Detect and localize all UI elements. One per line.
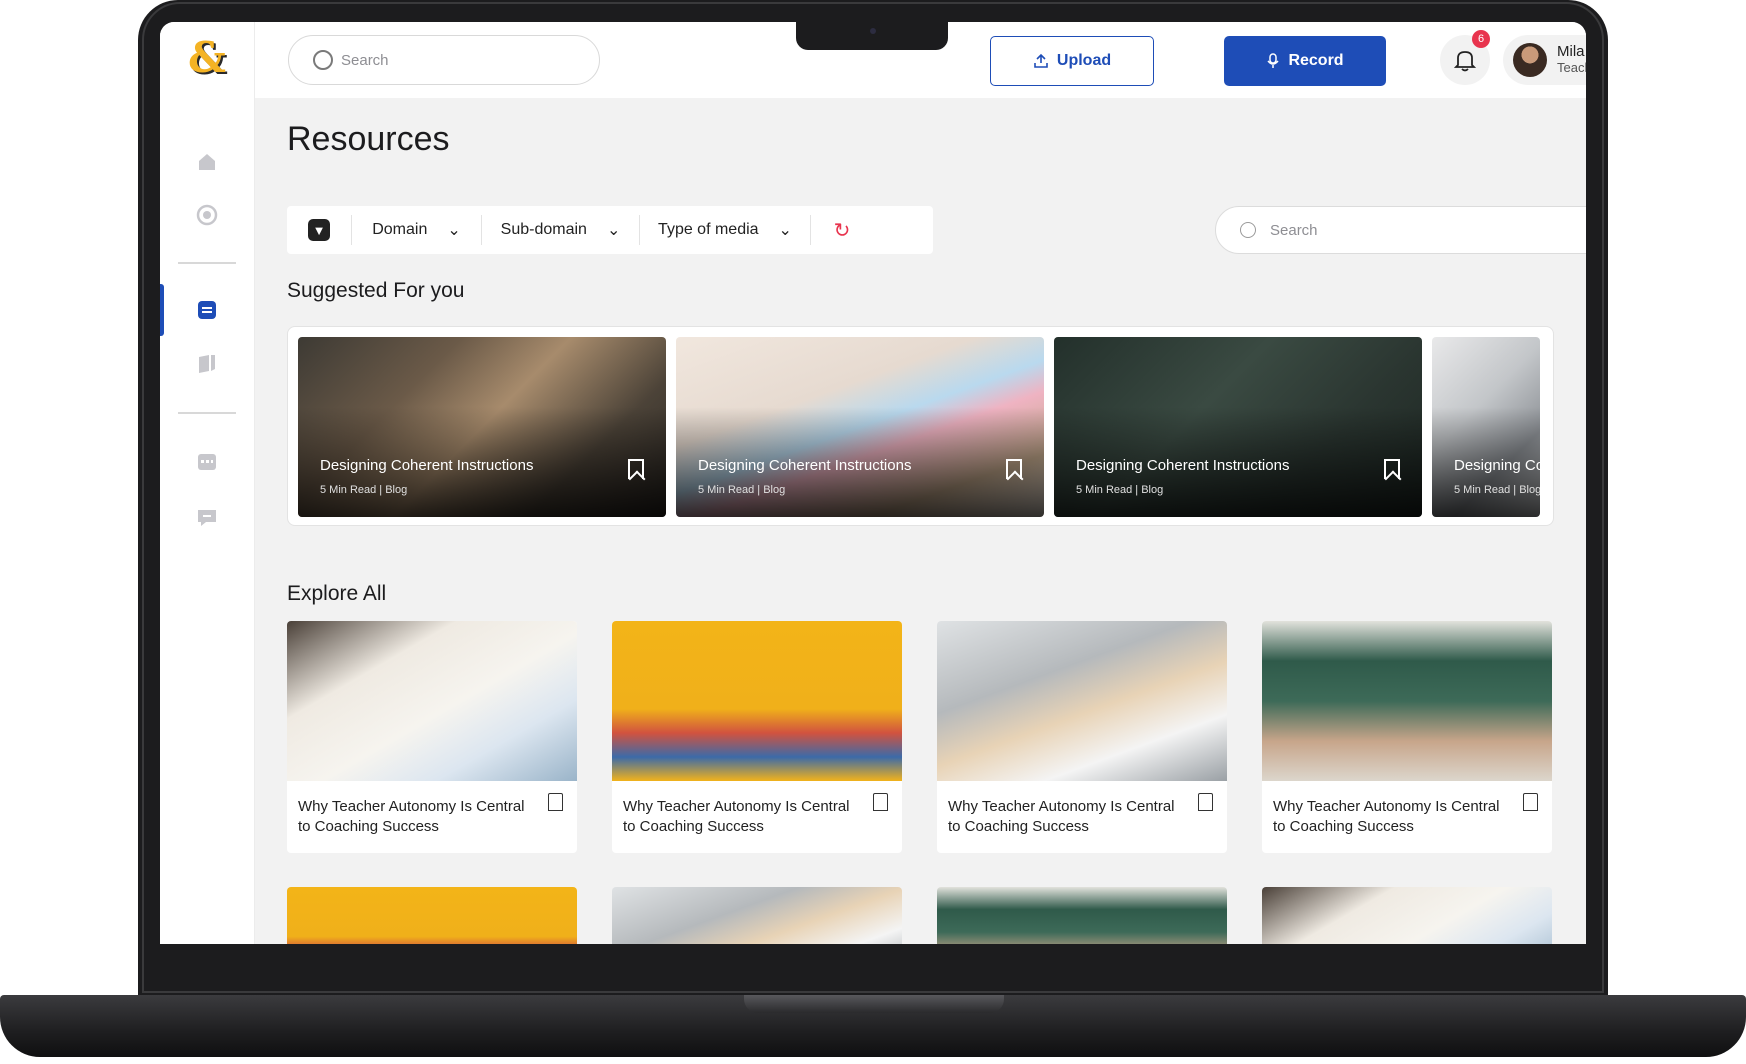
sidebar: & — [160, 22, 255, 944]
suggested-carousel: Designing Coherent Instructions 5 Min Re… — [287, 326, 1554, 526]
explore-card[interactable]: Why Teacher Autonomy Is Central to Coach… — [1262, 621, 1552, 853]
upload-button[interactable]: Upload — [990, 36, 1154, 86]
microphone-icon — [1267, 53, 1280, 68]
sidebar-divider — [178, 412, 236, 414]
bookmark-icon[interactable] — [548, 793, 563, 811]
calendar-icon — [198, 454, 216, 470]
sidebar-active-indicator — [160, 284, 164, 336]
sidebar-item-resources[interactable] — [194, 297, 220, 323]
bookmark-icon[interactable] — [1198, 793, 1213, 811]
explore-card[interactable]: Why Teacher Autonomy Is Central to Coach… — [612, 621, 902, 853]
chevron-down-icon: ⌄ — [778, 222, 792, 239]
bookmark-icon[interactable] — [873, 793, 888, 811]
media-type-dropdown-label: Type of media — [658, 221, 759, 238]
suggested-card[interactable]: Designing Coherent Instructions 5 Min Re… — [1054, 337, 1422, 517]
sidebar-item-home[interactable] — [194, 149, 220, 175]
suggested-card[interactable]: Designing Coherent Instructions 5 Min Re… — [676, 337, 1044, 517]
suggested-card-title: Designing Coherent Instructions — [1454, 457, 1540, 474]
filter-button[interactable]: ▼ — [287, 219, 351, 241]
notification-count-badge: 6 — [1472, 30, 1490, 48]
global-search-input[interactable]: Search — [288, 35, 600, 85]
suggested-card-title: Designing Coherent Instructions — [1076, 457, 1290, 474]
explore-card[interactable]: Why Teacher Autonomy Is Central to Coach… — [287, 621, 577, 853]
domain-dropdown[interactable]: Domain ⌄ — [352, 220, 481, 240]
laptop-base-notch — [744, 995, 1004, 1013]
user-name: Mila K — [1557, 43, 1586, 60]
sidebar-item-library[interactable] — [194, 350, 220, 376]
suggested-card-meta: 5 Min Read | Blog — [1454, 484, 1540, 496]
explore-card-title: Why Teacher Autonomy Is Central to Coach… — [623, 798, 850, 835]
search-icon — [1240, 222, 1256, 238]
page-title: Resources — [287, 120, 450, 158]
suggested-card-title: Designing Coherent Instructions — [698, 457, 912, 474]
subdomain-dropdown[interactable]: Sub-domain ⌄ — [482, 220, 639, 240]
explore-card-image — [937, 621, 1227, 781]
resource-search-placeholder: Search — [1270, 221, 1318, 239]
reset-filters-button[interactable]: ↻ — [811, 218, 873, 243]
sidebar-divider — [178, 262, 236, 264]
sidebar-item-progress[interactable] — [194, 202, 220, 228]
filter-bar: ▼ Domain ⌄ Sub-domain ⌄ Type of media ⌄ … — [287, 206, 933, 254]
user-role: Teacher — [1557, 60, 1586, 75]
explore-card-image — [1262, 621, 1552, 781]
suggested-card-meta: 5 Min Read | Blog — [1076, 484, 1164, 496]
suggested-card-title: Designing Coherent Instructions — [320, 457, 534, 474]
explore-card-image[interactable] — [1262, 887, 1552, 944]
chat-icon — [198, 510, 216, 526]
home-icon — [199, 154, 215, 170]
global-search-placeholder: Search — [341, 51, 389, 69]
bookmark-icon[interactable] — [1384, 459, 1400, 479]
explore-card-image — [612, 621, 902, 781]
app-screen: & Search Upload Record 6 Mila Teac Resou… — [160, 22, 1586, 944]
target-icon — [196, 204, 218, 226]
explore-card-image[interactable] — [287, 887, 577, 944]
suggested-card[interactable]: Designing Coherent Instructions 5 Min Re… — [298, 337, 666, 517]
media-type-dropdown[interactable]: Type of media ⌄ — [640, 220, 810, 240]
avatar — [1513, 43, 1547, 77]
resource-search-input[interactable]: Search — [1215, 206, 1586, 254]
record-button-label: Record — [1288, 52, 1344, 69]
user-profile-menu[interactable]: Mila K Teacher ⌄ — [1503, 35, 1586, 85]
record-button[interactable]: Record — [1224, 36, 1386, 86]
chevron-down-icon: ⌄ — [447, 222, 461, 239]
upload-button-label: Upload — [1056, 52, 1112, 69]
search-icon — [313, 50, 333, 70]
filter-icon: ▼ — [308, 219, 330, 241]
camera-notch — [796, 22, 948, 50]
explore-card-title: Why Teacher Autonomy Is Central to Coach… — [298, 798, 525, 835]
suggested-card-meta: 5 Min Read | Blog — [320, 484, 408, 496]
explore-card[interactable]: Why Teacher Autonomy Is Central to Coach… — [937, 621, 1227, 853]
brand-logo[interactable]: & — [184, 33, 230, 82]
document-icon — [198, 301, 216, 319]
suggested-card[interactable]: Designing Coherent Instructions 5 Min Re… — [1432, 337, 1540, 517]
sidebar-item-messages[interactable] — [194, 504, 220, 530]
explore-card-image — [287, 621, 577, 781]
camera-lens — [870, 28, 876, 34]
bookmark-icon[interactable] — [1006, 459, 1022, 479]
explore-card-image[interactable] — [612, 887, 902, 944]
bell-icon — [1454, 51, 1476, 72]
chevron-down-icon: ⌄ — [606, 222, 621, 239]
suggested-section-title: Suggested For you — [287, 279, 465, 302]
explore-card-title: Why Teacher Autonomy Is Central to Coach… — [1273, 798, 1500, 835]
domain-dropdown-label: Domain — [372, 221, 428, 238]
explore-section-title: Explore All — [287, 582, 387, 605]
refresh-icon: ↻ — [833, 219, 851, 242]
explore-card-title: Why Teacher Autonomy Is Central to Coach… — [948, 798, 1175, 835]
upload-icon — [1034, 53, 1048, 68]
books-icon — [199, 355, 215, 373]
bookmark-icon[interactable] — [628, 459, 644, 479]
subdomain-dropdown-label: Sub-domain — [500, 221, 587, 238]
explore-card-image[interactable] — [937, 887, 1227, 944]
bookmark-icon[interactable] — [1523, 793, 1538, 811]
suggested-card-meta: 5 Min Read | Blog — [698, 484, 786, 496]
sidebar-item-calendar[interactable] — [194, 448, 220, 474]
